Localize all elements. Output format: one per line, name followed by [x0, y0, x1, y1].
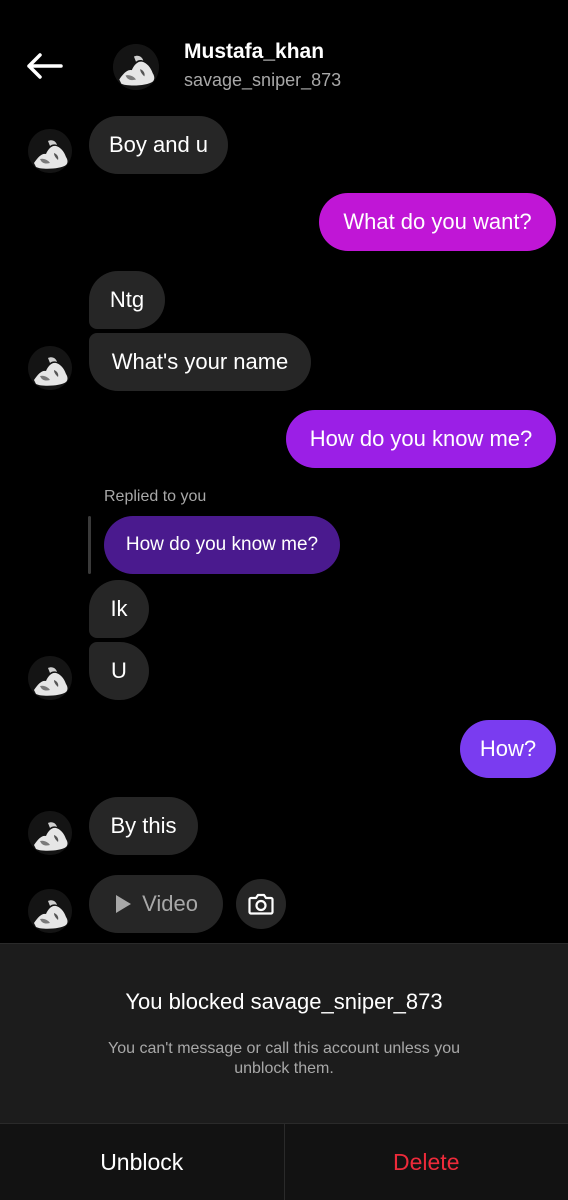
back-button[interactable]	[22, 46, 66, 86]
header-avatar[interactable]	[113, 44, 159, 90]
reply-quote-bubble[interactable]: How do you know me?	[104, 516, 340, 574]
camera-button[interactable]	[236, 879, 286, 929]
blocked-notice: You blocked savage_sniper_873 You can't …	[0, 943, 568, 1123]
reply-indicator-bar	[88, 516, 91, 574]
blocked-description: You can't message or call this account u…	[108, 1040, 460, 1077]
sender-avatar[interactable]	[28, 656, 72, 700]
chat-screen: Mustafa_khan savage_sniper_873 Boy and u…	[0, 0, 568, 1200]
chat-header: Mustafa_khan savage_sniper_873	[0, 0, 568, 110]
sender-avatar[interactable]	[28, 346, 72, 390]
play-icon	[116, 895, 132, 913]
delete-button[interactable]: Delete	[285, 1124, 568, 1200]
arrow-left-icon	[27, 53, 63, 79]
sender-avatar[interactable]	[28, 889, 72, 933]
sender-avatar[interactable]	[28, 811, 72, 855]
contact-name[interactable]: Mustafa_khan	[184, 40, 324, 64]
unblock-button[interactable]: Unblock	[0, 1124, 285, 1200]
outgoing-message[interactable]: What do you want?	[319, 193, 556, 251]
incoming-message[interactable]: What's your name	[89, 333, 311, 391]
replied-label: Replied to you	[104, 488, 207, 505]
video-label: Video	[142, 891, 198, 916]
incoming-message[interactable]: By this	[89, 797, 198, 855]
sender-avatar[interactable]	[28, 129, 72, 173]
block-actions: Unblock Delete	[0, 1123, 568, 1200]
outgoing-message[interactable]: How do you know me?	[286, 410, 556, 468]
incoming-message[interactable]: Boy and u	[89, 116, 228, 174]
video-message[interactable]: Video	[89, 875, 223, 933]
incoming-message[interactable]: Ik	[89, 580, 149, 638]
camera-icon	[248, 893, 274, 915]
blocked-title: You blocked savage_sniper_873	[125, 989, 443, 1014]
incoming-message[interactable]: Ntg	[89, 271, 165, 329]
incoming-message[interactable]: U	[89, 642, 149, 700]
outgoing-message[interactable]: How?	[460, 720, 556, 778]
contact-username[interactable]: savage_sniper_873	[184, 70, 341, 91]
